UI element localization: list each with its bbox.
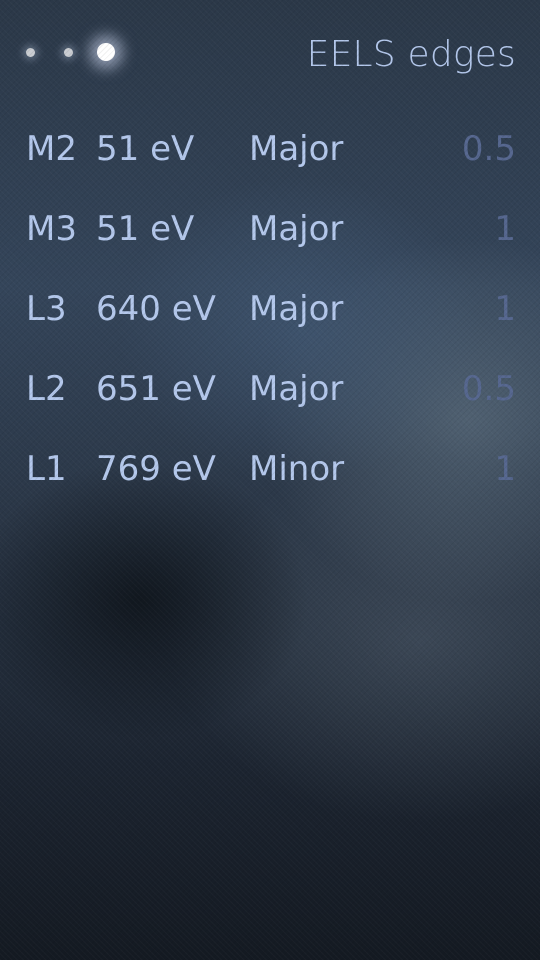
edge-shell: M2 xyxy=(26,129,77,169)
edge-type: Major xyxy=(249,129,344,169)
edge-row[interactable]: M2 51 eV Major 0.5 xyxy=(0,111,540,191)
edge-energy: 769 eV xyxy=(96,449,216,489)
edge-shell: L1 xyxy=(26,449,67,489)
edge-shell: L3 xyxy=(26,289,67,329)
edge-weight: 1 xyxy=(494,209,516,249)
page-title: EELS edges xyxy=(306,34,516,75)
pulley-dot-active-icon xyxy=(97,43,115,61)
edge-shell: L2 xyxy=(26,369,67,409)
edge-type: Major xyxy=(249,369,344,409)
pulley-dot-icon xyxy=(64,48,73,57)
edge-type: Major xyxy=(249,289,344,329)
edge-weight: 0.5 xyxy=(461,369,516,409)
edge-energy: 51 eV xyxy=(96,209,195,249)
edge-row[interactable]: L2 651 eV Major 0.5 xyxy=(0,351,540,431)
edge-row[interactable]: L1 769 eV Minor 1 xyxy=(0,431,540,511)
edge-shell: M3 xyxy=(26,209,77,249)
pulley-menu-indicator[interactable] xyxy=(14,30,144,78)
edge-weight: 0.5 xyxy=(461,129,516,169)
app-screen: EELS edges M2 51 eV Major 0.5 M3 51 eV M… xyxy=(0,0,540,960)
pulley-dot-icon xyxy=(26,48,35,57)
edge-energy: 51 eV xyxy=(96,129,195,169)
edge-type: Minor xyxy=(249,449,345,489)
edge-row[interactable]: M3 51 eV Major 1 xyxy=(0,191,540,271)
edge-type: Major xyxy=(249,209,344,249)
edge-energy: 640 eV xyxy=(96,289,216,329)
edge-row[interactable]: L3 640 eV Major 1 xyxy=(0,271,540,351)
edge-weight: 1 xyxy=(494,289,516,329)
edge-list: M2 51 eV Major 0.5 M3 51 eV Major 1 L3 6… xyxy=(0,111,540,511)
edge-energy: 651 eV xyxy=(96,369,216,409)
edge-weight: 1 xyxy=(494,449,516,489)
